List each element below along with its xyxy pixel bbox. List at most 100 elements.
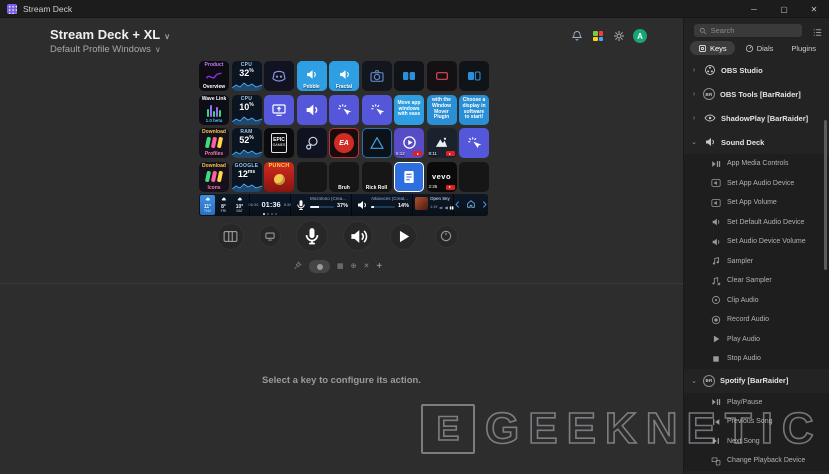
key-fractal-audio[interactable]: Fractal (329, 61, 359, 91)
key-screen-share[interactable] (264, 94, 294, 125)
chevron-down-icon[interactable]: ⌄ (690, 138, 698, 146)
key-promo-text-1[interactable]: Move app windows with ease (394, 94, 424, 125)
strip-panel-now-playing[interactable]: Open Sky (Inspi...1:19⇄◀▮▮▶4:13 (413, 194, 468, 216)
search-input[interactable] (710, 26, 798, 35)
dial-mic[interactable] (296, 220, 328, 252)
strip-panel-microphone[interactable]: Micrófono (Crea... 37% (291, 194, 351, 216)
key-window-layout-3[interactable] (459, 61, 489, 91)
strip-panel-navigation[interactable] (454, 194, 488, 216)
key-youtube-video-1[interactable]: 6:12 (394, 128, 424, 158)
chevron-right-icon[interactable]: › (690, 115, 698, 122)
strip-prev-icon[interactable] (453, 196, 462, 214)
page-tab[interactable]: ✕ (364, 263, 370, 270)
key-camera[interactable] (361, 61, 392, 91)
sidebar-scrollbar[interactable] (824, 120, 827, 270)
avatar[interactable]: A (633, 29, 647, 43)
tab-plugins[interactable]: Plugins (783, 41, 824, 55)
plugin-group-obs-tools-barraider-[interactable]: › BR OBS Tools [BarRaider] (684, 82, 829, 106)
key-cpu-monitor-2[interactable]: CPU 10% (231, 94, 262, 125)
chevron-down-icon[interactable]: ⌄ (690, 377, 698, 385)
action-item-set-audio-device-volume[interactable]: Set Audio Device Volume (684, 232, 829, 252)
key-ping-monitor[interactable]: GOOGLE 12ms (231, 161, 262, 192)
key-wave-link[interactable]: Wave Link 1.0 beta (199, 94, 229, 125)
action-item-stop-audio[interactable]: Stop Audio (684, 349, 829, 369)
action-item-app-media-controls[interactable]: App Media Controls (684, 154, 829, 174)
plugin-group-obs-studio[interactable]: › OBS Studio (684, 58, 829, 82)
key-window-layout-2[interactable] (426, 61, 457, 91)
tab-dials[interactable]: Dials (737, 41, 782, 55)
gear-icon[interactable] (612, 29, 626, 43)
dial-volume[interactable] (343, 221, 373, 251)
action-item-previous-song[interactable]: Previous Song (684, 412, 829, 432)
action-item-play-pause[interactable]: Play/Pause (684, 392, 829, 412)
home-icon[interactable] (466, 196, 476, 214)
key-landscape[interactable] (459, 161, 489, 192)
action-item-set-app-audio-device[interactable]: Set App Audio Device (684, 173, 829, 193)
watermark-logo: E (421, 404, 475, 454)
bell-icon[interactable] (570, 29, 584, 43)
view-list-icon[interactable] (812, 25, 824, 37)
key-notes-doc[interactable] (394, 161, 424, 192)
key-vevo[interactable]: vevo 2:35 (426, 161, 457, 192)
chevron-right-icon[interactable]: › (690, 91, 698, 98)
key-youtube-video-2[interactable]: 8:11 (426, 128, 457, 158)
key-punch[interactable]: PUNCH (264, 161, 294, 192)
action-item-clear-sampler[interactable]: Clear Sampler (684, 271, 829, 291)
key-tap-action-2[interactable] (361, 94, 392, 125)
dial-screen[interactable] (259, 225, 281, 247)
action-item-next-song[interactable]: Next Song (684, 431, 829, 451)
action-item-record-audio[interactable]: Record Audio (684, 310, 829, 330)
key-violin-sound[interactable] (296, 161, 327, 192)
key-download-icons[interactable]: Download Icons (199, 161, 229, 192)
profile-selector[interactable]: Default Profile Windows ∨ (50, 44, 161, 55)
key-bruh-sound[interactable]: Bruh (329, 161, 359, 192)
page-tab[interactable]: ▦ (337, 263, 344, 270)
plugin-group-shadowplay-barraider-[interactable]: › ShadowPlay [BarRaider] (684, 106, 829, 130)
key-discord[interactable] (264, 61, 294, 91)
key-steam[interactable] (296, 128, 327, 158)
key-window-layout-1[interactable] (394, 61, 424, 91)
action-item-sampler[interactable]: Sampler (684, 251, 829, 271)
minimize-button[interactable]: ─ (739, 0, 769, 18)
close-button[interactable]: ✕ (799, 0, 829, 18)
chevron-right-icon[interactable]: › (690, 67, 698, 74)
pin-icon[interactable] (293, 261, 302, 272)
marketplace-icon[interactable] (591, 29, 605, 43)
key-epic-games[interactable]: EPIC GAMES (264, 128, 294, 158)
key-tap-action-1[interactable] (329, 94, 359, 125)
action-item-set-app-volume[interactable]: Set App Volume (684, 193, 829, 213)
strip-panel-weather[interactable]: 11° THU 8° FRI 10° SAT (199, 194, 249, 216)
key-triangle-app[interactable] (361, 128, 392, 158)
dial-columns[interactable] (216, 222, 244, 250)
key-download-profiles[interactable]: Download Profiles (199, 128, 229, 158)
add-page-button[interactable]: + (376, 261, 382, 272)
plugin-group-sound-deck[interactable]: ⌄ Sound Deck (684, 130, 829, 154)
key-promo-text-2[interactable]: with the Window Mover Plugin (426, 94, 457, 125)
action-item-clip-audio[interactable]: Clip Audio (684, 290, 829, 310)
key-rick-roll[interactable]: Rick Roll (361, 161, 392, 192)
key-tap-action-3[interactable] (459, 128, 489, 158)
key-promo-text-3[interactable]: Choose a display in software to start! (459, 94, 489, 125)
dial-knob[interactable] (434, 224, 458, 248)
key-product-overview[interactable]: Product Overview (199, 61, 229, 91)
search-box[interactable] (694, 24, 802, 37)
tab-keys[interactable]: Keys (690, 41, 735, 55)
strip-panel-speakers[interactable]: Altavoces (Creat... 14% (352, 194, 412, 216)
device-selector[interactable]: Stream Deck + XL ∨ (50, 27, 170, 42)
touch-strip[interactable]: 11° THU 8° FRI 10° SAT 06:36 01:36 8:36 Micrófono… (199, 194, 488, 216)
page-tab[interactable]: ⊕ (351, 263, 357, 270)
plugin-group-spotify-barraider-[interactable]: ⌄ BR Spotify [BarRaider] (684, 369, 829, 393)
dial-play[interactable] (389, 222, 417, 250)
key-volume[interactable] (296, 94, 327, 125)
key-pebble-audio[interactable]: Pebble (296, 61, 327, 91)
strip-panel-clock[interactable]: 06:36 01:36 8:36 (249, 194, 292, 216)
page-tab-active[interactable] (309, 260, 330, 273)
key-cpu-monitor[interactable]: CPU 32% (231, 61, 262, 91)
key-ea[interactable]: EA (329, 128, 359, 158)
action-item-play-audio[interactable]: Play Audio (684, 329, 829, 349)
action-item-change-playback-device[interactable]: Change Playback Device (684, 451, 829, 471)
key-ram-monitor[interactable]: RAM 52% (231, 128, 262, 158)
strip-next-icon[interactable] (480, 196, 488, 214)
action-item-set-default-audio-device[interactable]: Set Default Audio Device (684, 212, 829, 232)
maximize-button[interactable]: ▢ (769, 0, 799, 18)
